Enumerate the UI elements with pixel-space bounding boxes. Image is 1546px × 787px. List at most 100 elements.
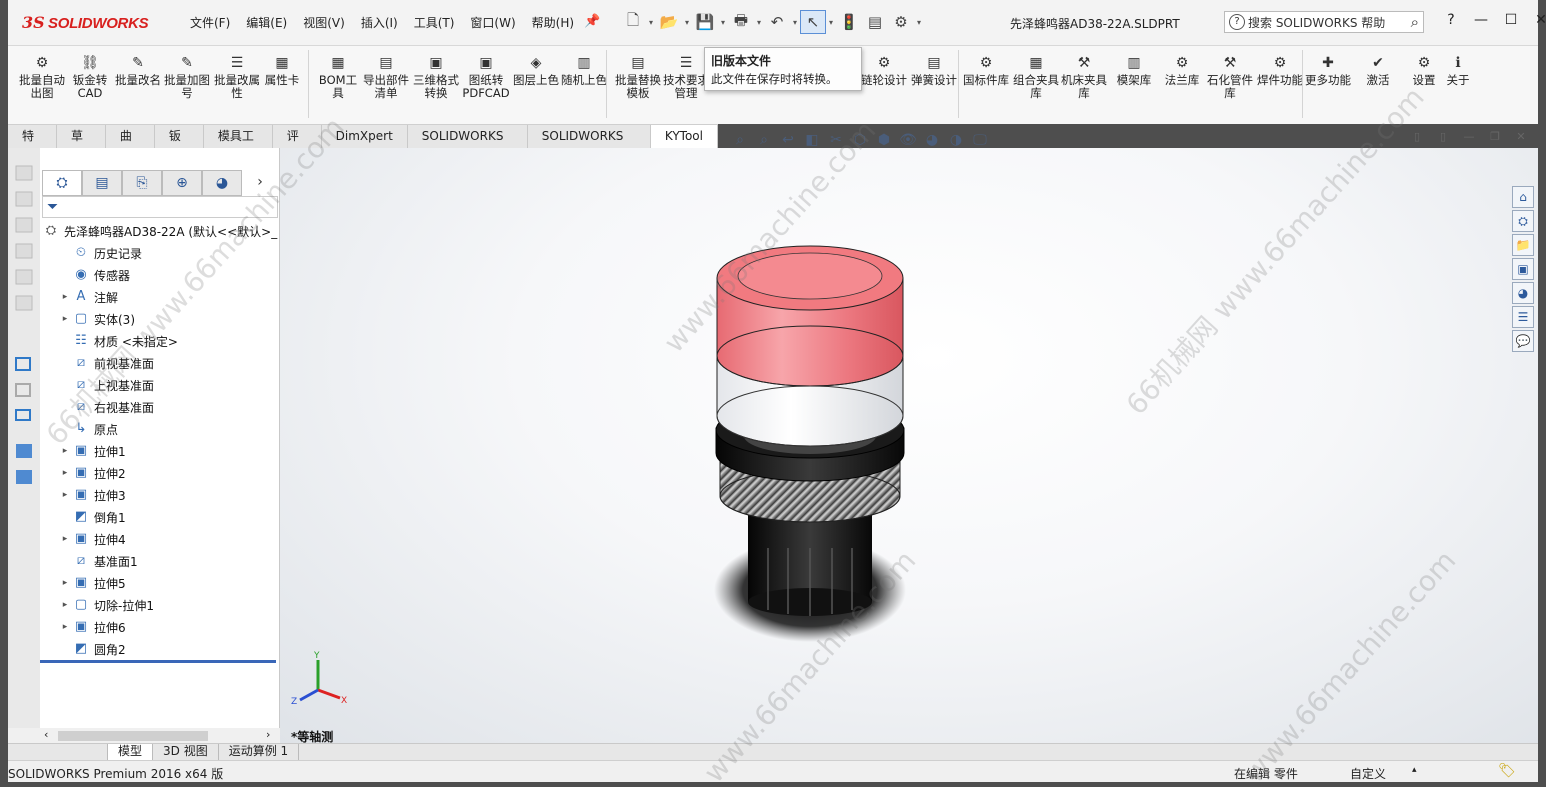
tree-root[interactable]: ⛭ 先泽蜂鸣器AD38-22A (默认<<默认>_	[42, 220, 278, 242]
select-pointer-icon[interactable]: ↖	[800, 10, 826, 34]
zoom-to-fit-icon[interactable]: ⌕	[728, 132, 752, 148]
tree-node[interactable]: ⧄ 基准面1	[58, 550, 278, 572]
more-functions-button[interactable]: ✚ 更多功能	[1304, 54, 1352, 87]
command-tab[interactable]: 评估	[273, 125, 322, 165]
menu-help[interactable]: 帮助(H)	[532, 14, 574, 31]
chevron-right-icon[interactable]: ›	[242, 170, 278, 196]
batch-replace-template-button[interactable]: ▤ 批量替换模板	[614, 54, 662, 100]
machine-fixture-library-button[interactable]: ⚒ 机床夹具库	[1060, 54, 1108, 100]
file-explorer-icon[interactable]: 📁	[1512, 234, 1534, 256]
tree-node[interactable]: ⧄ 前视基准面	[58, 352, 278, 374]
menu-edit[interactable]: 编辑(E)	[246, 14, 287, 31]
pin-icon[interactable]: 📌	[584, 14, 600, 29]
chevron-down-icon[interactable]: ▾	[646, 18, 656, 27]
property-card-button[interactable]: ▦ 属性卡	[258, 54, 306, 87]
home-icon[interactable]: ⌂	[1512, 186, 1534, 208]
apply-scene-icon[interactable]: ◑	[944, 132, 968, 148]
minimize-icon[interactable]: —	[1456, 130, 1482, 143]
new-document-icon[interactable]: 🗋	[620, 10, 646, 34]
options-gear-icon[interactable]: ⚙	[888, 10, 914, 34]
open-folder-icon[interactable]: 📂	[656, 10, 682, 34]
chevron-down-icon[interactable]: ▾	[826, 18, 836, 27]
restore-icon[interactable]: ▯	[1404, 130, 1430, 143]
menu-view[interactable]: 视图(V)	[303, 14, 345, 31]
spring-design-button[interactable]: ▤ 弹簧设计	[910, 54, 958, 87]
batch-auto-drawing-button[interactable]: ⚙ 批量自动出图	[18, 54, 66, 100]
bom-tool-button[interactable]: ▦ BOM工具	[314, 54, 362, 100]
tab-scroll-arrows[interactable]	[8, 744, 108, 760]
tree-node[interactable]: ▸ ▢ 实体(3)	[58, 308, 278, 330]
command-tab[interactable]: 特征	[8, 125, 57, 165]
tree-node[interactable]: ▸ ▣ 拉伸2	[58, 462, 278, 484]
tree-node[interactable]: ▸ A 注解	[58, 286, 278, 308]
petro-pipe-library-button[interactable]: ⚒ 石化管件库	[1206, 54, 1254, 100]
batch-change-property-button[interactable]: ☰ 批量改属性	[213, 54, 261, 100]
expand-arrow-icon[interactable]: ▸	[58, 534, 72, 544]
command-tab[interactable]: 曲面	[106, 125, 155, 165]
3d-format-convert-button[interactable]: ▣ 三维格式转换	[412, 54, 460, 100]
tab-motion-study[interactable]: 运动算例 1	[219, 744, 300, 760]
search-icon[interactable]: ⌕	[1411, 13, 1419, 31]
feature-tree-tab-icon[interactable]: ⛭	[42, 170, 82, 196]
close-icon[interactable]: ✕	[1508, 130, 1534, 143]
tree-node[interactable]: ⏲ 历史记录	[58, 242, 278, 264]
tree-node[interactable]: ▸ ▣ 拉伸5	[58, 572, 278, 594]
menu-file[interactable]: 文件(F)	[190, 14, 230, 31]
combo-fixture-library-button[interactable]: ▦ 组合夹具库	[1012, 54, 1060, 100]
close-icon[interactable]: ✕	[1526, 12, 1546, 28]
command-tab[interactable]: DimXpert	[322, 125, 408, 148]
layer-color-button[interactable]: ◈ 图层上色	[512, 54, 560, 87]
chevron-down-icon[interactable]: ▾	[682, 18, 692, 27]
tree-filter[interactable]: ⏷	[42, 196, 278, 218]
command-tab[interactable]: KYTool	[650, 125, 718, 148]
property-manager-tab-icon[interactable]: ▤	[82, 170, 122, 196]
command-tab[interactable]: 钣金	[155, 125, 204, 165]
expand-arrow-icon[interactable]: ▸	[58, 600, 72, 610]
hide-show-icon[interactable]: 👁	[896, 132, 920, 148]
batch-add-number-button[interactable]: ✎ 批量加图号	[163, 54, 211, 100]
status-units[interactable]: 自定义	[1350, 765, 1386, 782]
tree-node[interactable]: ☷ 材质 <未指定>	[58, 330, 278, 352]
about-button[interactable]: ℹ 关于	[1434, 54, 1482, 87]
rollback-bar[interactable]	[40, 660, 276, 663]
export-parts-list-button[interactable]: ▤ 导出部件清单	[362, 54, 410, 100]
view-settings-icon[interactable]: 🖵	[968, 132, 992, 148]
expand-arrow-icon[interactable]: ▸	[58, 446, 72, 456]
previous-view-icon[interactable]: ↩	[776, 132, 800, 148]
dynamic-annotation-icon[interactable]: ✂	[824, 132, 848, 148]
command-tab[interactable]: 草图	[57, 125, 106, 165]
custom-properties-icon[interactable]: ☰	[1512, 306, 1534, 328]
design-library-icon[interactable]: ⛭	[1512, 210, 1534, 232]
chevron-down-icon[interactable]: ▾	[914, 18, 924, 27]
batch-rename-button[interactable]: ✎ 批量改名	[114, 54, 162, 87]
tree-node[interactable]: ⧄ 上视基准面	[58, 374, 278, 396]
scroll-right-icon[interactable]: ›	[266, 728, 270, 741]
zoom-area-icon[interactable]: ⌕	[752, 132, 776, 148]
command-tab[interactable]: SOLIDWORKS 插件	[408, 125, 528, 165]
dimxpert-manager-tab-icon[interactable]: ⊕	[162, 170, 202, 196]
tree-node[interactable]: ◩ 倒角1	[58, 506, 278, 528]
solidworks-logo[interactable]: 3S SOLIDWORKS	[22, 10, 149, 36]
display-manager-tab-icon[interactable]: ◕	[202, 170, 242, 196]
section-view-icon[interactable]: ◧	[800, 132, 824, 148]
sheetmetal-to-cad-button[interactable]: ⛓ 钣金转CAD	[66, 54, 114, 100]
random-color-button[interactable]: ▥ 随机上色	[560, 54, 608, 87]
gb-parts-library-button[interactable]: ⚙ 国标件库	[962, 54, 1010, 87]
flange-library-button[interactable]: ⚙ 法兰库	[1158, 54, 1206, 87]
expand-arrow-icon[interactable]: ▸	[58, 622, 72, 632]
tree-node[interactable]: ▸ ▣ 拉伸3	[58, 484, 278, 506]
file-properties-icon[interactable]: ▤	[862, 10, 888, 34]
expand-arrow-icon[interactable]: ▸	[58, 468, 72, 478]
tree-node[interactable]: ▸ ▣ 拉伸4	[58, 528, 278, 550]
help-icon[interactable]: ?	[1436, 12, 1466, 28]
mold-base-library-button[interactable]: ▥ 模架库	[1110, 54, 1158, 87]
expand-arrow-icon[interactable]: ▸	[58, 490, 72, 500]
maximize-icon[interactable]: ☐	[1496, 12, 1526, 28]
configuration-manager-tab-icon[interactable]: ⎘	[122, 170, 162, 196]
tech-requirements-button[interactable]: ☰ 技术要求管理	[662, 54, 710, 100]
tile-icon[interactable]: ▯	[1430, 130, 1456, 143]
chevron-down-icon[interactable]: ▾	[718, 18, 728, 27]
undo-icon[interactable]: ↶	[764, 10, 790, 34]
menu-insert[interactable]: 插入(I)	[361, 14, 398, 31]
tree-node[interactable]: ◩ 圆角2	[58, 638, 278, 660]
